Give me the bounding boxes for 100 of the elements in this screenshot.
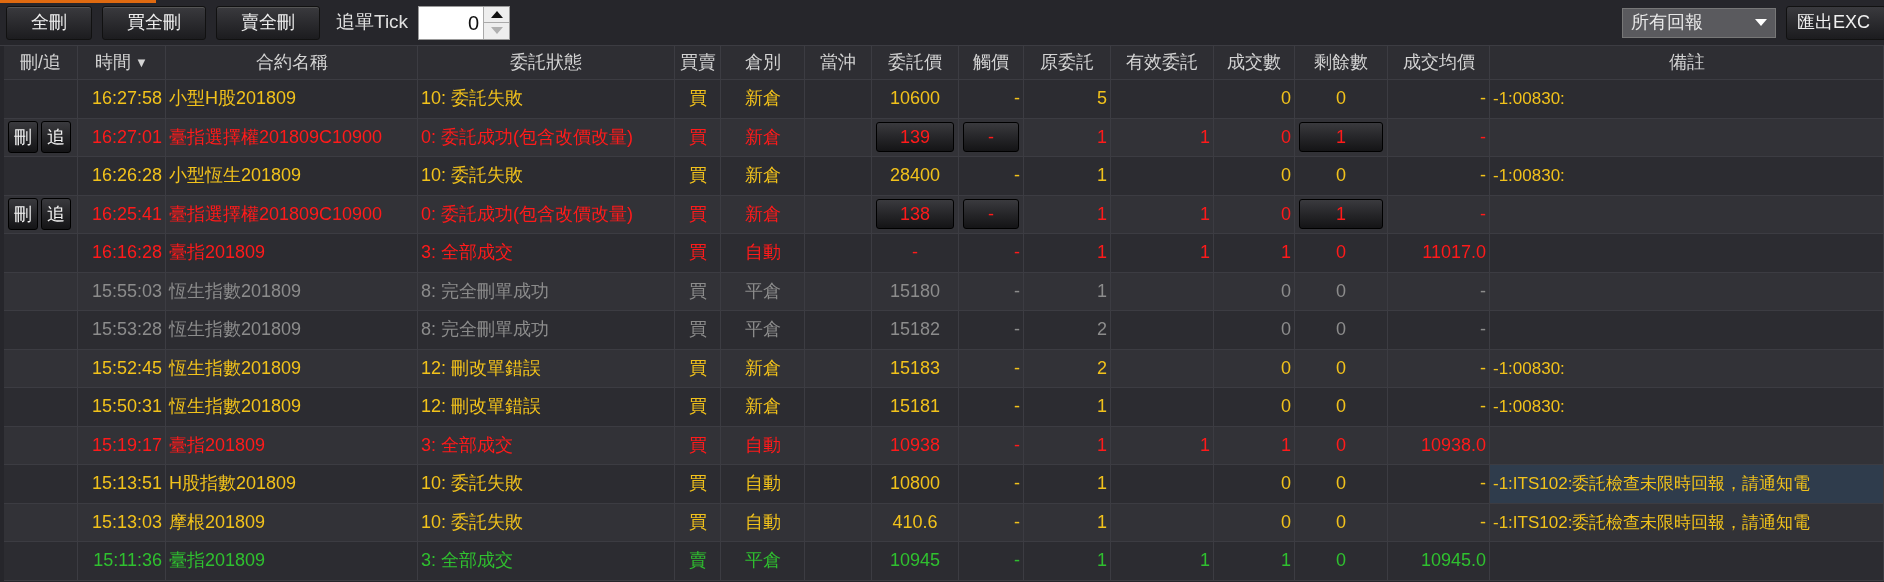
time-cell-text: 15:13:03 [91, 510, 162, 534]
price-cell-text: 10600 [889, 87, 941, 111]
column-header[interactable]: 委託狀態 [418, 46, 675, 79]
column-header[interactable]: 原委託 [1024, 46, 1111, 79]
column-header[interactable]: 成交數 [1214, 46, 1295, 79]
remaining-qty-button[interactable]: 1 [1299, 199, 1383, 230]
original-qty-cell-text: 1 [1097, 395, 1107, 419]
price-cell-text: 28400 [889, 164, 941, 188]
remark-cell-text: -1:00830: [1493, 165, 1565, 187]
contract-cell-text: 臺指201809 [169, 241, 266, 265]
time-cell-text: 15:52:45 [91, 356, 162, 380]
column-header[interactable]: 有效委託 [1111, 46, 1214, 79]
status-cell-text: 3: 全部成交 [421, 549, 513, 573]
position-cell-text: 自動 [744, 241, 781, 265]
contract-cell-text: 臺指選擇權201809C10900 [169, 125, 383, 149]
position-cell-text: 新倉 [744, 202, 781, 226]
side-cell-text: 買 [688, 241, 707, 265]
status-cell-text: 10: 委託失敗 [421, 87, 524, 111]
trigger-price-cell-text: - [1014, 549, 1020, 573]
remaining-qty-cell-text: 0 [1336, 241, 1346, 265]
export-button[interactable]: 匯出EXC [1786, 5, 1884, 40]
row-action-button[interactable]: 刪 [8, 198, 38, 231]
avg-price-cell-text: - [1480, 125, 1486, 149]
status-cell-text: 3: 全部成交 [421, 241, 513, 265]
filled-qty-cell-text: 0 [1281, 279, 1291, 303]
column-header[interactable]: 剩餘數 [1295, 46, 1388, 79]
filled-qty-cell-text: 0 [1281, 164, 1291, 188]
toolbar-button[interactable]: 買全刪 [102, 5, 206, 40]
row-action-button[interactable]: 追 [41, 198, 71, 231]
remark-cell-text: -1:00830: [1493, 88, 1565, 110]
column-header[interactable]: 合約名稱 [166, 46, 418, 79]
spin-up-icon[interactable] [484, 6, 510, 23]
column-header[interactable]: 成交均價 [1388, 46, 1490, 79]
original-qty-cell-text: 1 [1097, 549, 1107, 573]
side-cell-text: 買 [688, 125, 707, 149]
position-cell-text: 平倉 [744, 549, 781, 573]
trigger-price-cell-text: - [1014, 279, 1020, 303]
time-cell-text: 15:11:36 [93, 549, 162, 573]
contract-cell-text: 臺指201809 [169, 433, 266, 457]
avg-price-cell-text: - [1480, 318, 1486, 342]
filled-qty-cell-text: 1 [1281, 241, 1291, 265]
status-cell-text: 8: 完全刪單成功 [421, 318, 549, 342]
remaining-qty-cell-text: 0 [1336, 510, 1346, 534]
selected-cell[interactable]: -1:ITS102:委託檢查未限時回報，請通知電 [1490, 465, 1884, 503]
column-header[interactable]: 買賣 [675, 46, 721, 79]
column-header[interactable]: 倉別 [721, 46, 805, 79]
status-cell-text: 8: 完全刪單成功 [421, 279, 549, 303]
remaining-qty-cell-text: 0 [1336, 433, 1346, 457]
remaining-qty-cell-text: 0 [1336, 356, 1346, 380]
column-header[interactable]: 時間 ▼ [78, 46, 166, 79]
status-cell-text: 0: 委託成功(包含改價改量) [421, 125, 633, 149]
price-cell-text: 10945 [889, 549, 941, 573]
position-cell-text: 新倉 [744, 164, 781, 188]
remark-cell-text: -1:ITS102:委託檢查未限時回報，請通知電 [1493, 511, 1811, 534]
time-cell-text: 15:13:51 [91, 472, 162, 496]
column-header[interactable]: 觸價 [959, 46, 1024, 79]
filled-qty-cell-text: 0 [1281, 125, 1291, 149]
side-cell-text: 賣 [688, 549, 707, 573]
column-header[interactable]: 當沖 [805, 46, 872, 79]
price-cell-text: - [912, 241, 918, 265]
tick-label: 追單Tick [336, 10, 409, 35]
side-cell-text: 買 [688, 87, 707, 111]
original-qty-cell-text: 2 [1097, 318, 1107, 342]
price-cell-text: 15183 [889, 356, 941, 380]
remaining-qty-cell-text: 0 [1336, 395, 1346, 419]
status-cell-text: 12: 刪改單錯誤 [421, 395, 542, 419]
position-cell-text: 新倉 [744, 87, 781, 111]
column-header[interactable]: 委託價 [872, 46, 959, 79]
remark-cell-text: -1:ITS102:委託檢查未限時回報，請通知電 [1493, 473, 1811, 495]
side-cell-text: 買 [688, 472, 707, 496]
trigger-price-button[interactable]: - [963, 122, 1019, 153]
trigger-price-cell-text: - [1014, 164, 1020, 188]
time-cell-text: 16:27:01 [91, 125, 162, 149]
filter-dropdown[interactable]: 所有回報 [1622, 7, 1776, 38]
original-qty-cell-text: 5 [1097, 87, 1107, 111]
price-button[interactable]: 139 [876, 122, 954, 153]
time-cell-text: 16:27:58 [91, 87, 162, 111]
column-header[interactable]: 刪/追 [4, 46, 78, 79]
remaining-qty-cell-text: 0 [1336, 318, 1346, 342]
position-cell-text: 平倉 [744, 318, 781, 342]
original-qty-cell-text: 1 [1097, 472, 1107, 496]
remaining-qty-button[interactable]: 1 [1299, 122, 1383, 153]
column-header[interactable]: 備註 [1490, 46, 1884, 79]
trigger-price-button[interactable]: - [963, 199, 1019, 230]
price-button[interactable]: 138 [876, 199, 954, 230]
remark-cell-text: -1:00830: [1493, 396, 1565, 418]
remaining-qty-cell-text: 0 [1336, 472, 1346, 496]
row-action-button[interactable]: 追 [41, 121, 71, 154]
row-action-button[interactable]: 刪 [8, 121, 38, 154]
status-cell-text: 10: 委託失敗 [421, 472, 524, 496]
side-cell-text: 買 [688, 202, 707, 226]
avg-price-cell-text: - [1480, 472, 1486, 496]
contract-cell-text: 摩根201809 [169, 510, 266, 534]
toolbar-button[interactable]: 全刪 [6, 5, 92, 40]
toolbar-button[interactable]: 賣全刪 [216, 5, 320, 40]
avg-price-cell-text: - [1480, 356, 1486, 380]
tick-spinner[interactable]: 0 [418, 5, 511, 40]
trigger-price-cell-text: - [1014, 472, 1020, 496]
original-qty-cell-text: 1 [1097, 241, 1107, 265]
original-qty-cell-text: 1 [1097, 164, 1107, 188]
